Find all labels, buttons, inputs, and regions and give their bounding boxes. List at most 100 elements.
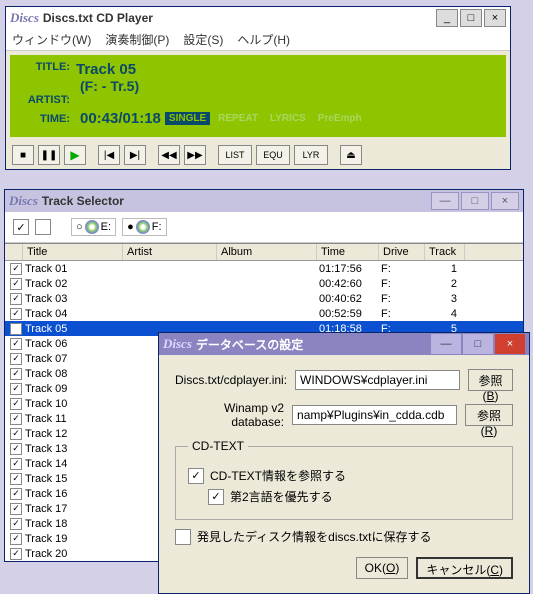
ok-button[interactable]: OK(O)	[356, 557, 409, 579]
track-title: Track 18	[25, 518, 125, 530]
track-checkbox[interactable]: ✓	[10, 368, 22, 380]
close-button[interactable]: ×	[495, 334, 525, 354]
browse-button-1[interactable]: 参照(B)	[468, 369, 513, 391]
title-label: TITLE:	[20, 61, 76, 78]
menu-help[interactable]: ヘルプ(H)	[237, 31, 290, 48]
player-titlebar[interactable]: Discs Discs.txt CD Player _ □ ×	[6, 7, 510, 29]
minimize-button[interactable]: —	[431, 334, 461, 354]
track-checkbox[interactable]: ✓	[10, 518, 22, 530]
single-badge: SINGLE	[165, 112, 210, 125]
list-button[interactable]: LIST	[218, 145, 252, 165]
lyrics-badge: LYRICS	[266, 112, 310, 125]
track-title: Track 05	[25, 323, 125, 335]
col-track[interactable]: Track	[425, 244, 465, 260]
track-row[interactable]: ✓Track 0101:17:56F:1	[5, 261, 523, 276]
cdplayer-ini-input[interactable]	[295, 370, 460, 390]
save-discs-checkbox[interactable]	[175, 529, 191, 545]
track-checkbox[interactable]: ✓	[10, 308, 22, 320]
browse-button-2[interactable]: 参照(R)	[465, 404, 513, 426]
app-logo: Discs	[9, 193, 38, 209]
track-checkbox[interactable]: ✓	[10, 338, 22, 350]
minimize-button[interactable]: —	[431, 192, 459, 210]
time-label: TIME:	[20, 113, 76, 125]
track-title: Track 02	[25, 278, 125, 290]
close-button[interactable]: ×	[491, 192, 519, 210]
forward-button[interactable]: ▶▶	[184, 145, 206, 165]
menu-window[interactable]: ウィンドウ(W)	[12, 31, 91, 48]
cancel-button[interactable]: キャンセル(C)	[416, 557, 513, 579]
prev-track-button[interactable]: |◀	[98, 145, 120, 165]
playback-controls: ■ ❚❚ ▶ |◀ ▶| ◀◀ ▶▶ LIST EQU LYR ⏏	[6, 141, 510, 169]
track-checkbox[interactable]: ✓	[10, 473, 22, 485]
maximize-button[interactable]: □	[460, 9, 482, 27]
close-button[interactable]: ×	[484, 9, 506, 27]
col-drive[interactable]: Drive	[379, 244, 425, 260]
menu-settings[interactable]: 設定(S)	[183, 31, 223, 48]
player-display: TITLE: Track 05 (F: - Tr.5) ARTIST: TIME…	[10, 55, 506, 137]
col-title[interactable]: Title	[23, 244, 123, 260]
track-row[interactable]: ✓Track 0300:40:62F:3	[5, 291, 523, 306]
track-time: 00:42:60	[319, 278, 381, 290]
rewind-button[interactable]: ◀◀	[158, 145, 180, 165]
track-drive: F:	[381, 278, 427, 290]
selector-titlebar[interactable]: Discs Track Selector — □ ×	[5, 190, 523, 212]
maximize-button[interactable]: □	[461, 192, 489, 210]
lyr-button[interactable]: LYR	[294, 145, 328, 165]
equ-button[interactable]: EQU	[256, 145, 290, 165]
cdtext-legend: CD-TEXT	[188, 439, 248, 453]
track-title: Track 04	[25, 308, 125, 320]
track-title: Track 08	[25, 368, 125, 380]
track-checkbox[interactable]: ✓	[10, 398, 22, 410]
uncheck-all-button[interactable]	[35, 219, 51, 235]
track-time: 01:17:56	[319, 263, 381, 275]
check-all-button[interactable]: ✓	[13, 219, 29, 235]
window-title: データベースの設定	[196, 336, 431, 353]
track-list-header: Title Artist Album Time Drive Track	[5, 244, 523, 261]
next-track-button[interactable]: ▶|	[124, 145, 146, 165]
maximize-button[interactable]: □	[463, 334, 493, 354]
title-value: Track 05	[76, 61, 136, 78]
track-checkbox[interactable]: ✓	[10, 503, 22, 515]
play-button[interactable]: ▶	[64, 145, 86, 165]
winamp-db-input[interactable]	[292, 405, 457, 425]
menu-playback[interactable]: 演奏制御(P)	[105, 31, 169, 48]
drive-e-selector[interactable]: ○E:	[71, 218, 116, 236]
track-checkbox[interactable]: ✓	[10, 383, 22, 395]
track-checkbox[interactable]: ✓	[10, 428, 22, 440]
track-checkbox[interactable]: ✓	[10, 353, 22, 365]
database-settings-dialog: Discs データベースの設定 — □ × Discs.txt/cdplayer…	[158, 332, 530, 594]
track-title: Track 12	[25, 428, 125, 440]
settings-titlebar[interactable]: Discs データベースの設定 — □ ×	[159, 333, 529, 355]
cdplayer-ini-label: Discs.txt/cdplayer.ini:	[175, 373, 287, 387]
track-row[interactable]: ✓Track 0400:52:59F:4	[5, 306, 523, 321]
cdtext-checkbox[interactable]: ✓	[188, 468, 204, 484]
eject-button[interactable]: ⏏	[340, 145, 362, 165]
cd-player-window: Discs Discs.txt CD Player _ □ × ウィンドウ(W)…	[5, 6, 511, 170]
col-artist[interactable]: Artist	[123, 244, 217, 260]
pause-button[interactable]: ❚❚	[38, 145, 60, 165]
track-checkbox[interactable]: ✓	[10, 323, 22, 335]
lang2-checkbox[interactable]: ✓	[208, 489, 224, 505]
track-checkbox[interactable]: ✓	[10, 548, 22, 560]
track-time: 00:52:59	[319, 308, 381, 320]
track-checkbox[interactable]: ✓	[10, 278, 22, 290]
col-album[interactable]: Album	[217, 244, 317, 260]
track-number: 3	[427, 293, 467, 305]
app-logo: Discs	[163, 336, 192, 352]
track-title: Track 20	[25, 548, 125, 560]
minimize-button[interactable]: _	[436, 9, 458, 27]
track-checkbox[interactable]: ✓	[10, 263, 22, 275]
track-checkbox[interactable]: ✓	[10, 443, 22, 455]
track-checkbox[interactable]: ✓	[10, 293, 22, 305]
track-checkbox[interactable]: ✓	[10, 488, 22, 500]
track-title: Track 03	[25, 293, 125, 305]
subtitle: (F: - Tr.5)	[80, 78, 496, 94]
col-time[interactable]: Time	[317, 244, 379, 260]
track-checkbox[interactable]: ✓	[10, 533, 22, 545]
track-title: Track 11	[25, 413, 125, 425]
drive-f-selector[interactable]: ●F:	[122, 218, 166, 236]
track-checkbox[interactable]: ✓	[10, 413, 22, 425]
track-row[interactable]: ✓Track 0200:42:60F:2	[5, 276, 523, 291]
stop-button[interactable]: ■	[12, 145, 34, 165]
track-checkbox[interactable]: ✓	[10, 458, 22, 470]
